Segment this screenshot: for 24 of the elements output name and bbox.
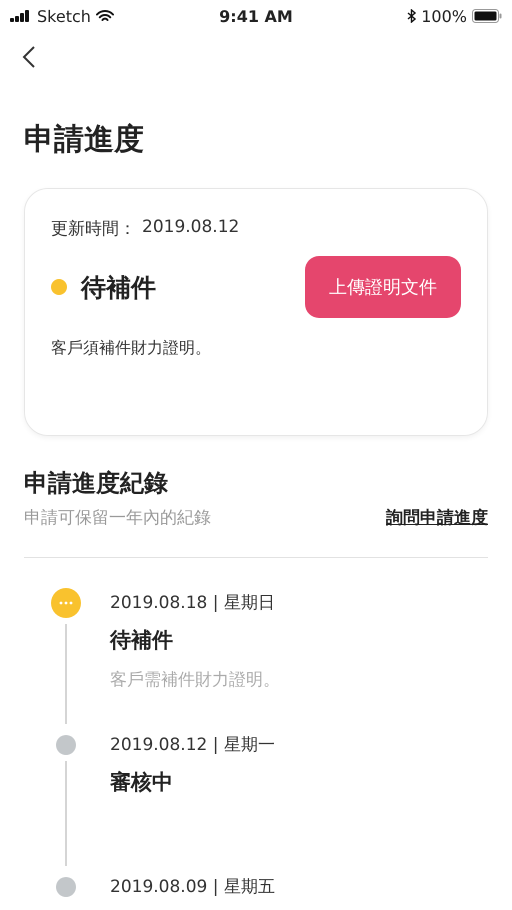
page-title: 申請進度 [24, 121, 145, 159]
section-subtitle: 申請可保留一年內的紀錄 [24, 507, 211, 529]
status-dot [51, 279, 67, 295]
status-text: 待補件 [81, 272, 156, 304]
signal-icon [10, 10, 32, 22]
entry-date: 2019.08.09 | 星期五 [110, 876, 275, 898]
back-icon[interactable] [22, 46, 36, 68]
section-title: 申請進度紀錄 [24, 468, 169, 499]
battery-percent: 100% [421, 6, 467, 26]
entry-note: 客戶需補件財力證明。 [110, 669, 280, 691]
status-note: 客戶須補件財力證明。 [51, 338, 212, 359]
entry-status: 待補件 [110, 627, 174, 654]
entry-date: 2019.08.12 | 星期一 [110, 734, 275, 756]
entry-date: 2019.08.18 | 星期日 [110, 592, 276, 614]
updated-date: 2019.08.12 [142, 217, 240, 239]
upload-button[interactable]: 上傳證明文件 [305, 256, 461, 318]
updated-label: 更新時間： [51, 218, 136, 240]
inquiry-link[interactable]: 詢問申請進度 [386, 506, 488, 529]
carrier: Sketch [37, 6, 91, 26]
bluetooth-icon [407, 9, 416, 23]
entry-status: 審核中 [110, 769, 174, 796]
battery-icon [472, 9, 502, 23]
wifi-icon [96, 10, 114, 22]
clock: 9:41 AM [219, 6, 293, 26]
